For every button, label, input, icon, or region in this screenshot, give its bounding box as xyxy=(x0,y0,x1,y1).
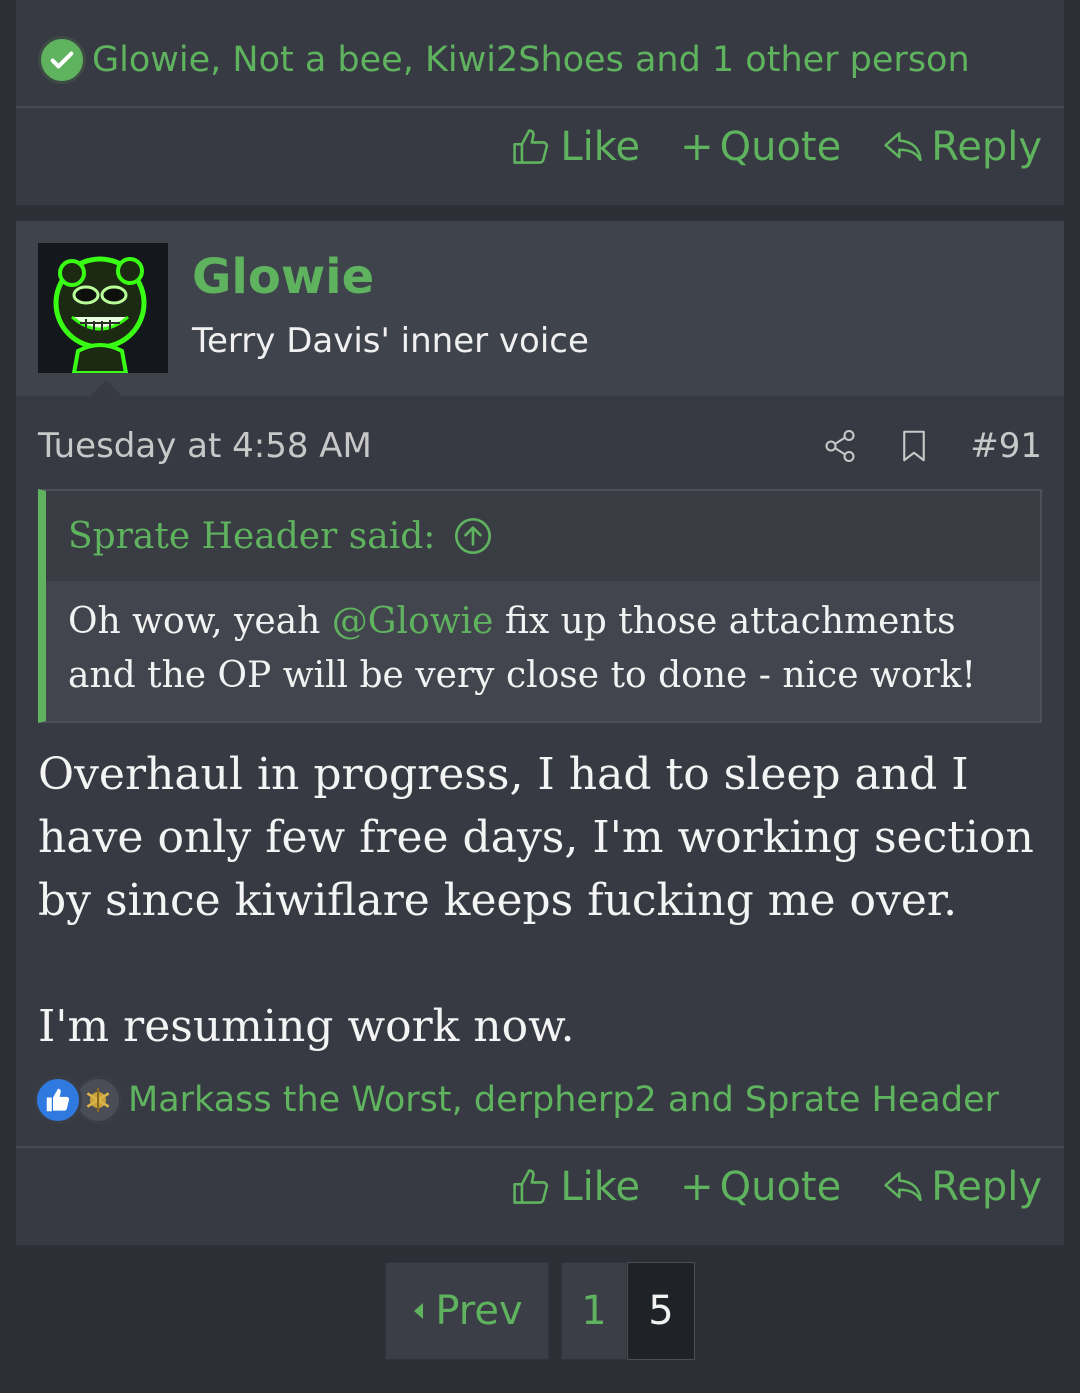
quote-header: Sprate Header said: xyxy=(46,491,1040,581)
like-button[interactable]: Like xyxy=(510,124,640,170)
quote-content: Oh wow, yeah @Glowie fix up those attach… xyxy=(46,581,1040,721)
previous-post-footer: Glowie, Not a bee, Kiwi2Shoes and 1 othe… xyxy=(16,0,1064,205)
post: Glowie Terry Davis' inner voice Tuesday … xyxy=(16,221,1064,1245)
reactions-list[interactable]: Markass the Worst, derpherp2 and Sprate … xyxy=(128,1080,999,1120)
prev-page-button[interactable]: Prev xyxy=(385,1262,549,1360)
post-content: Overhaul in progress, I had to sleep and… xyxy=(38,743,1042,1058)
post-meta-tools: #91 xyxy=(822,426,1042,466)
like-reaction-icon xyxy=(34,1076,82,1124)
caret-left-icon xyxy=(414,1303,424,1319)
plus-icon: + xyxy=(680,1164,714,1210)
page-link-current[interactable]: 5 xyxy=(627,1262,695,1360)
post-date[interactable]: Tuesday at 4:58 AM xyxy=(38,426,372,466)
reactions-list[interactable]: Glowie, Not a bee, Kiwi2Shoes and 1 othe… xyxy=(92,40,970,80)
plus-icon: + xyxy=(680,124,714,170)
user-title: Terry Davis' inner voice xyxy=(192,321,589,361)
arrow-up-circle-icon[interactable] xyxy=(453,516,493,556)
check-reaction-icon xyxy=(38,36,86,84)
reactions-bar[interactable]: Markass the Worst, derpherp2 and Sprate … xyxy=(34,1071,999,1129)
quote-block: Sprate Header said: Oh wow, yeah @Glowie… xyxy=(38,489,1042,723)
quote-button[interactable]: + Quote xyxy=(680,124,841,170)
reply-arrow-icon xyxy=(884,131,922,162)
thumbs-up-icon xyxy=(513,1169,549,1204)
post-actions: Like + Quote Reply xyxy=(510,118,1042,176)
reply-button[interactable]: Reply xyxy=(881,1164,1042,1210)
reply-arrow-icon xyxy=(884,1171,922,1202)
share-icon[interactable] xyxy=(822,428,858,464)
header-pointer xyxy=(90,380,122,396)
user-mention-link[interactable]: @Glowie xyxy=(332,601,494,642)
quote-button[interactable]: + Quote xyxy=(680,1164,841,1210)
post-number[interactable]: #91 xyxy=(970,426,1042,466)
post-user-header: Glowie Terry Davis' inner voice xyxy=(16,221,1064,396)
page-number-group: 1 5 xyxy=(561,1262,695,1360)
like-button[interactable]: Like xyxy=(510,1164,640,1210)
user-avatar[interactable] xyxy=(38,243,168,373)
divider xyxy=(16,1146,1064,1148)
quote-attribution[interactable]: Sprate Header said: xyxy=(68,516,435,557)
divider xyxy=(16,106,1064,108)
post-username[interactable]: Glowie xyxy=(192,249,374,305)
thumbs-up-icon xyxy=(513,129,549,164)
reaction-icons xyxy=(34,1074,126,1126)
reactions-bar[interactable]: Glowie, Not a bee, Kiwi2Shoes and 1 othe… xyxy=(38,32,970,88)
pagination: Prev 1 5 xyxy=(385,1262,695,1360)
post-paragraph: I'm resuming work now. xyxy=(38,1001,575,1052)
post-meta: Tuesday at 4:58 AM #91 xyxy=(38,421,1042,471)
page-link-1[interactable]: 1 xyxy=(561,1262,627,1360)
post-actions: Like + Quote Reply xyxy=(510,1158,1042,1216)
post-paragraph: Overhaul in progress, I had to sleep and… xyxy=(38,749,1034,926)
reply-button[interactable]: Reply xyxy=(881,124,1042,170)
bookmark-icon[interactable] xyxy=(896,428,932,464)
